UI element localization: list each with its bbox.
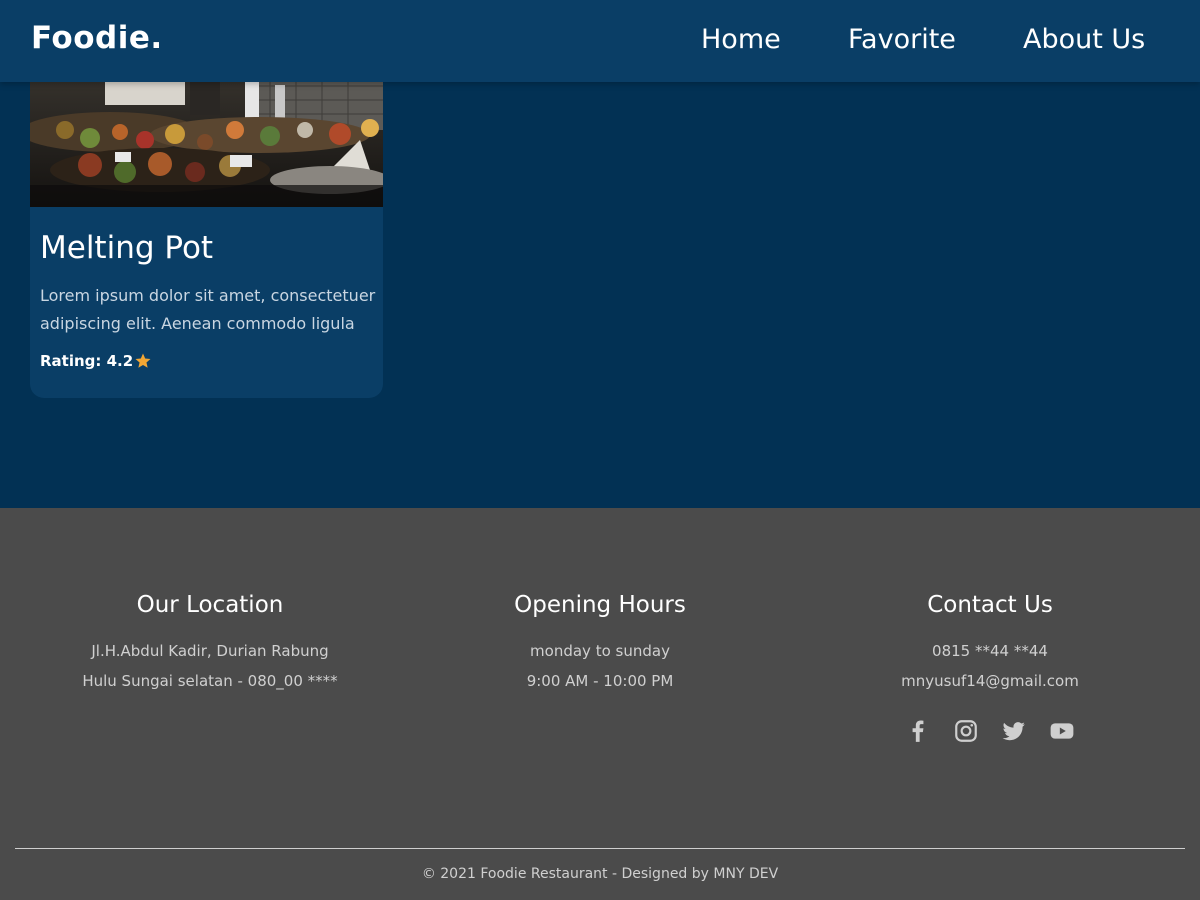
navbar: Foodie. Home Favorite About Us	[0, 0, 1200, 82]
footer-contact: Contact Us 0815 **44 **44 mnyusuf14@gmai…	[810, 592, 1170, 744]
nav-link-favorite[interactable]: Favorite	[848, 24, 956, 55]
instagram-icon[interactable]	[953, 718, 979, 744]
footer: Our Location Jl.H.Abdul Kadir, Durian Ra…	[0, 508, 1200, 900]
restaurant-name[interactable]: Melting Pot	[40, 230, 380, 266]
contact-email[interactable]: mnyusuf14@gmail.com	[810, 666, 1170, 696]
footer-opening-hours: Opening Hours monday to sunday 9:00 AM -…	[420, 592, 780, 696]
twitter-icon[interactable]	[1001, 718, 1027, 744]
restaurant-card[interactable]: Melting Pot Lorem ipsum dolor sit amet, …	[30, 60, 383, 398]
footer-divider	[15, 848, 1185, 849]
nav-link-about-us[interactable]: About Us	[1023, 24, 1145, 55]
hours-days: monday to sunday	[530, 642, 670, 660]
location-address-line2: Hulu Sungai selatan - 080_00 ****	[82, 672, 338, 690]
restaurant-info: Melting Pot Lorem ipsum dolor sit amet, …	[40, 230, 380, 370]
brand-logo[interactable]: Foodie.	[31, 20, 163, 56]
rating-label: Rating: 4.2	[40, 352, 134, 370]
hours-title: Opening Hours	[514, 592, 686, 618]
restaurant-image	[30, 60, 383, 207]
restaurant-rating: Rating: 4.2	[40, 352, 380, 370]
location-address-line1: Jl.H.Abdul Kadir, Durian Rabung	[91, 642, 329, 660]
contact-phone: 0815 **44 **44	[932, 642, 1048, 660]
copyright-text: © 2021 Foodie Restaurant - Designed by M…	[421, 866, 779, 882]
social-links	[810, 718, 1170, 744]
star-icon	[135, 353, 151, 368]
hours-time: 9:00 AM - 10:00 PM	[526, 672, 674, 690]
youtube-icon[interactable]	[1049, 718, 1075, 744]
contact-title: Contact Us	[927, 592, 1053, 618]
facebook-icon[interactable]	[905, 718, 931, 744]
footer-location: Our Location Jl.H.Abdul Kadir, Durian Ra…	[30, 592, 390, 696]
nav-link-home[interactable]: Home	[701, 24, 781, 55]
location-title: Our Location	[136, 592, 284, 618]
restaurant-description: Lorem ipsum dolor sit amet, consectetuer…	[40, 286, 376, 333]
